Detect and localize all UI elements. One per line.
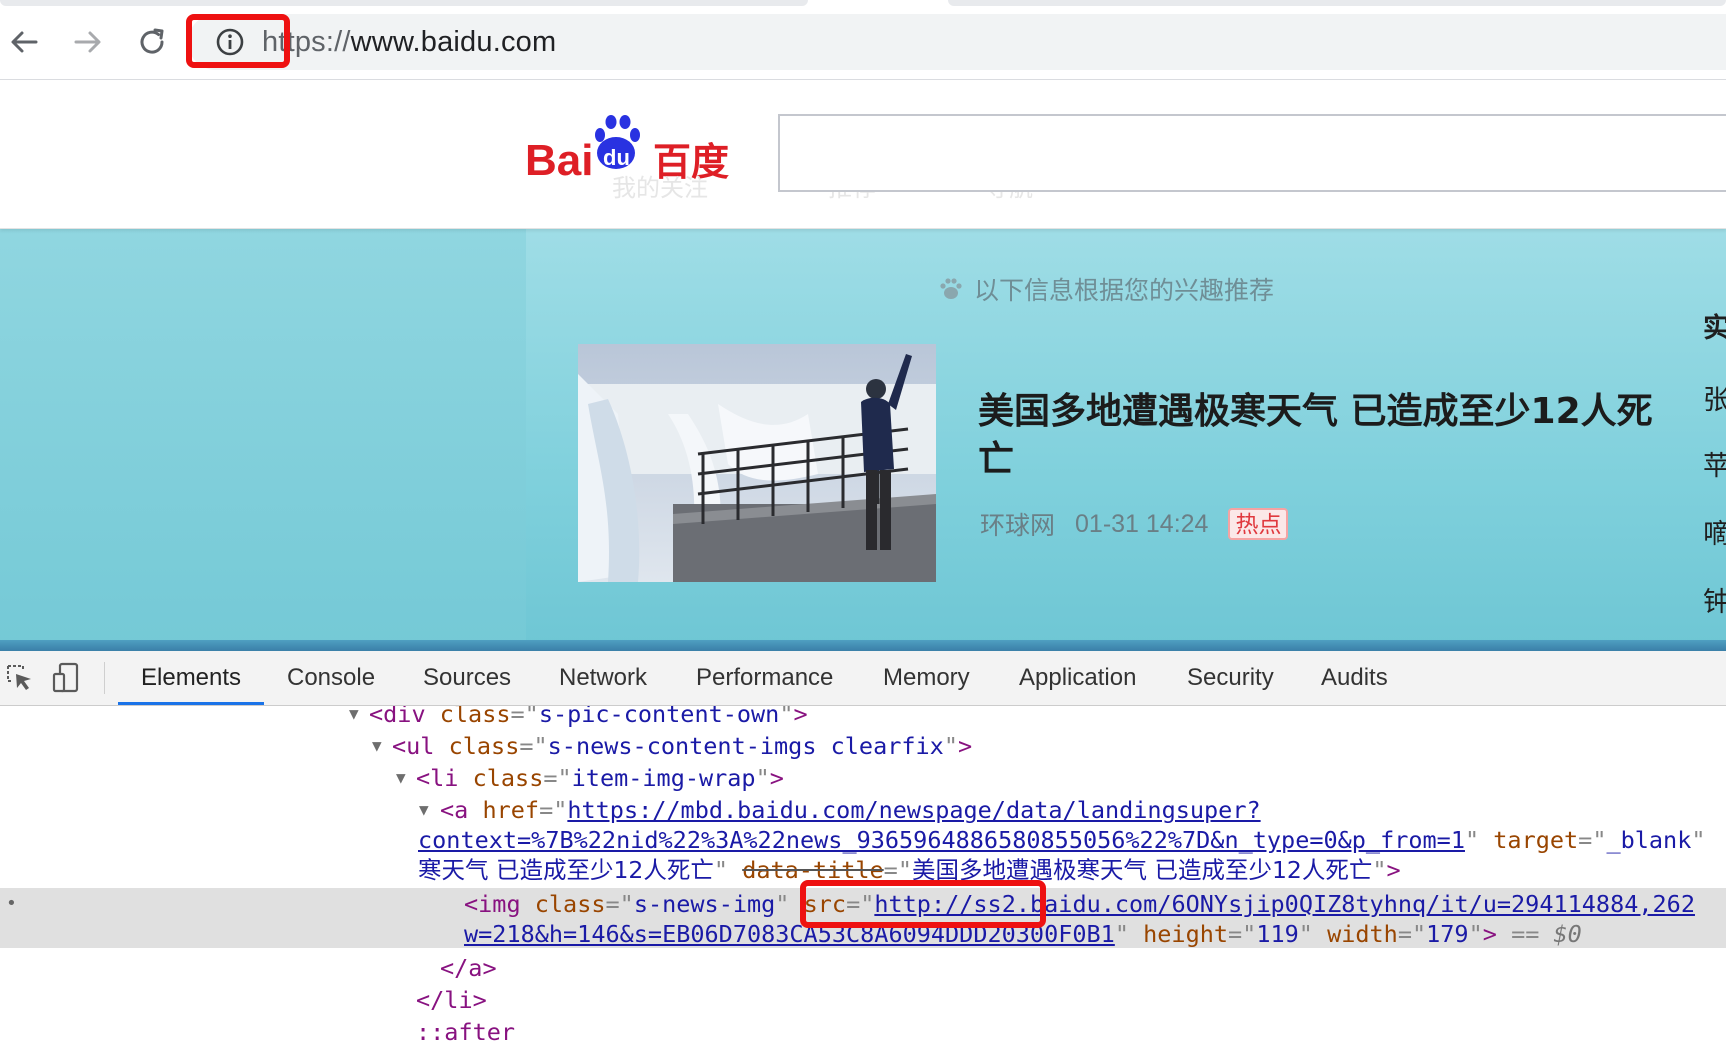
url-text[interactable]: https://www.baidu.com bbox=[262, 22, 556, 62]
tab-performance[interactable]: Performance bbox=[673, 651, 856, 705]
dom-node-div[interactable]: ▼ <div class="s-pic-content-own"> bbox=[0, 706, 1726, 730]
logo-text-du: du bbox=[603, 145, 630, 170]
news-meta: 环球网 01-31 14:24 热点 bbox=[980, 506, 1289, 542]
device-icon bbox=[52, 662, 79, 693]
dom-node-li[interactable]: ▼ <li class="item-img-wrap"> bbox=[0, 762, 1726, 794]
expand-triangle-icon[interactable]: ▼ bbox=[396, 762, 406, 794]
highlight-box-info bbox=[186, 14, 290, 68]
dom-pseudo-after[interactable]: ::after bbox=[0, 1016, 1726, 1048]
toolbar-divider bbox=[104, 662, 105, 694]
arrow-right-icon bbox=[74, 31, 101, 53]
dom-node-ul[interactable]: ▼ <ul class="s-news-content-imgs clearfi… bbox=[0, 730, 1726, 762]
arrow-left-icon bbox=[11, 31, 38, 53]
news-time: 01-31 14:24 bbox=[1075, 509, 1209, 538]
left-background bbox=[0, 229, 526, 651]
elements-tree: ▼ <div class="s-pic-content-own"> ▼ <ul … bbox=[0, 706, 1726, 1050]
expand-triangle-icon[interactable]: ▼ bbox=[419, 794, 429, 826]
src-link-rest[interactable]: baidu.com/6ONYsjip0QIZ8tyhnq/it/u=294114… bbox=[1030, 890, 1695, 918]
reload-button[interactable] bbox=[130, 20, 174, 64]
tab-strip-edge bbox=[948, 0, 1726, 6]
dom-attr-continuation: context=%7B%22nid%22%3A%22news_936596488… bbox=[418, 826, 1706, 854]
tab-application[interactable]: Application bbox=[996, 651, 1159, 705]
dom-node-a[interactable]: ▼ <a href="https://mbd.baidu.com/newspag… bbox=[0, 794, 1726, 826]
news-title[interactable]: 美国多地遭遇极寒天气 已造成至少12人死亡 bbox=[978, 388, 1658, 484]
side-item[interactable]: 嘀 bbox=[1703, 512, 1726, 551]
news-source: 环球网 bbox=[980, 512, 1056, 540]
tab-memory[interactable]: Memory bbox=[860, 651, 993, 705]
paw-small-icon bbox=[940, 278, 962, 299]
ghost-menu-mine: 我的关注 bbox=[612, 175, 708, 202]
recommend-text: 以下信息根据您的兴趣推荐 bbox=[974, 277, 1275, 305]
href-link-cont[interactable]: context=%7B%22nid%22%3A%22news_936596488… bbox=[418, 826, 1465, 854]
href-link[interactable]: https://mbd.baidu.com/newspage/data/land… bbox=[567, 796, 1260, 824]
news-thumbnail[interactable] bbox=[578, 344, 936, 582]
hot-badge: 热点 bbox=[1228, 508, 1289, 540]
tab-strip-edge bbox=[0, 0, 808, 6]
device-toolbar-button[interactable] bbox=[46, 658, 86, 698]
selection-dot: • bbox=[6, 893, 17, 914]
reload-icon bbox=[140, 28, 164, 54]
forward-button[interactable] bbox=[66, 20, 110, 64]
tab-security[interactable]: Security bbox=[1164, 651, 1297, 705]
expand-triangle-icon[interactable]: ▼ bbox=[372, 730, 382, 762]
search-input[interactable] bbox=[778, 114, 1726, 192]
logo-text-bai: Bai bbox=[525, 136, 593, 185]
paw-icon: du bbox=[595, 115, 640, 170]
tab-audits[interactable]: Audits bbox=[1298, 651, 1411, 705]
dom-close-li[interactable]: </li> bbox=[0, 984, 1726, 1016]
side-item[interactable]: 苹 bbox=[1703, 444, 1726, 483]
side-item[interactable]: 钟 bbox=[1703, 580, 1726, 619]
inspect-element-button[interactable] bbox=[0, 658, 40, 698]
back-button[interactable] bbox=[2, 20, 46, 64]
side-item[interactable]: 张 bbox=[1703, 378, 1726, 417]
side-item[interactable]: 实 bbox=[1703, 306, 1726, 345]
tab-console[interactable]: Console bbox=[264, 651, 398, 705]
dom-close-a[interactable]: </a> bbox=[0, 952, 1726, 984]
recommend-line: 以下信息根据您的兴趣推荐 bbox=[938, 272, 1274, 306]
tab-sources[interactable]: Sources bbox=[400, 651, 534, 705]
tab-network[interactable]: Network bbox=[536, 651, 670, 705]
viewport-bottom-stripe bbox=[0, 640, 1726, 651]
inspect-cursor-icon bbox=[7, 665, 31, 690]
highlight-box-src bbox=[800, 880, 1046, 928]
tab-elements[interactable]: Elements bbox=[118, 651, 265, 705]
expand-triangle-icon[interactable]: ▼ bbox=[349, 706, 359, 730]
url-host: www.baidu.com bbox=[350, 26, 557, 58]
